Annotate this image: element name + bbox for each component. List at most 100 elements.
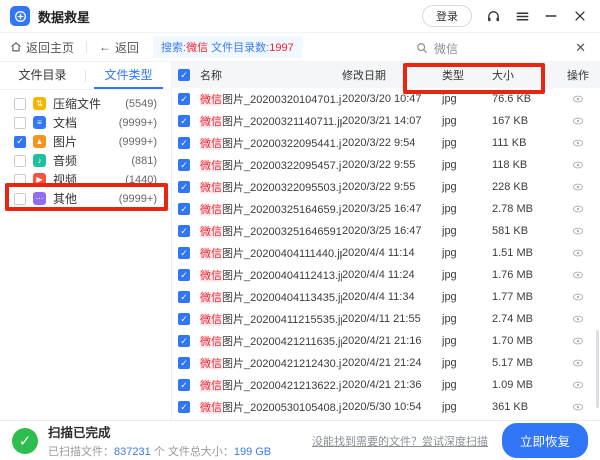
row-checkbox[interactable]: ✓: [178, 335, 190, 347]
recover-now-button[interactable]: 立即恢复: [502, 423, 588, 458]
preview-eye-icon[interactable]: [572, 247, 584, 259]
row-checkbox[interactable]: ✓: [178, 269, 190, 281]
table-row[interactable]: ✓ 微信图片_20200411215535.jpg 2020/4/11 21:5…: [172, 308, 600, 330]
row-checkbox[interactable]: ✓: [178, 137, 190, 149]
tab-file-directory[interactable]: 文件目录: [0, 62, 85, 89]
file-date: 2020/3/25 16:47: [342, 203, 442, 215]
sidebar-item[interactable]: ⇅ 压缩文件 (5549): [0, 94, 171, 113]
preview-eye-icon[interactable]: [572, 159, 584, 171]
column-header-name[interactable]: 名称: [200, 67, 342, 83]
close-icon[interactable]: [572, 8, 588, 24]
row-checkbox[interactable]: ✓: [178, 313, 190, 325]
sidebar-item[interactable]: ⋯ 其他 (9999+): [0, 189, 171, 208]
preview-eye-icon[interactable]: [572, 291, 584, 303]
row-checkbox[interactable]: ✓: [178, 159, 190, 171]
preview-eye-icon[interactable]: [572, 401, 584, 413]
select-all-checkbox[interactable]: ✓: [178, 69, 190, 81]
file-name-highlight: 微信: [200, 402, 222, 414]
column-header-type[interactable]: 类型: [442, 67, 492, 83]
sidebar-item[interactable]: ≡ 文档 (9999+): [0, 113, 171, 132]
back-button[interactable]: ← 返回: [99, 39, 139, 56]
deep-scan-link[interactable]: 没能找到需要的文件？尝试深度扫描: [312, 433, 488, 449]
row-checkbox[interactable]: ✓: [178, 181, 190, 193]
scrollbar-thumb[interactable]: [596, 330, 599, 408]
preview-eye-icon[interactable]: [572, 335, 584, 347]
file-size: 1.09 MB: [492, 379, 556, 391]
file-name: 微信图片_20200320104701.jpg: [200, 91, 342, 107]
table-row[interactable]: ✓ 微信图片_20200421213622.jpg 2020/4/21 21:3…: [172, 374, 600, 396]
minimize-icon[interactable]: [543, 8, 559, 24]
file-name: 微信图片_202003251646591.jpg: [200, 223, 342, 239]
row-checkbox[interactable]: ✓: [178, 357, 190, 369]
preview-eye-icon[interactable]: [572, 313, 584, 325]
row-checkbox[interactable]: ✓: [178, 203, 190, 215]
preview-eye-icon[interactable]: [572, 181, 584, 193]
sidebar-item-checkbox[interactable]: [14, 174, 26, 186]
sidebar-item-label: 视频: [53, 171, 77, 188]
file-name-highlight: 微信: [200, 94, 222, 106]
dir-count-label: 文件目录数:: [208, 42, 269, 54]
table-row[interactable]: ✓ 微信图片_20200530105408.jpg 2020/5/30 10:5…: [172, 396, 600, 418]
search-input[interactable]: 微信: [410, 37, 538, 59]
tab-file-type[interactable]: 文件类型: [86, 62, 171, 89]
document-icon: ≡: [33, 116, 46, 129]
table-row[interactable]: ✓ 微信图片_20200321140711.jpg 2020/3/21 14:0…: [172, 110, 600, 132]
column-header-size[interactable]: 大小: [492, 67, 556, 83]
login-button[interactable]: 登录: [422, 5, 472, 27]
table-row[interactable]: ✓ 微信图片_20200325164659.jpg 2020/3/25 16:4…: [172, 198, 600, 220]
sidebar-item[interactable]: ▶ 视频 (1440): [0, 170, 171, 189]
table-row[interactable]: ✓ 微信图片_20200320104701.jpg 2020/3/20 10:4…: [172, 88, 600, 110]
preview-eye-icon[interactable]: [572, 357, 584, 369]
row-checkbox[interactable]: ✓: [178, 225, 190, 237]
row-checkbox[interactable]: ✓: [178, 291, 190, 303]
sidebar-item-label: 压缩文件: [53, 95, 101, 112]
sidebar-item[interactable]: ✓ ▲ 图片 (9999+): [0, 132, 171, 151]
file-name-highlight: 微信: [200, 138, 222, 150]
row-checkbox[interactable]: ✓: [178, 115, 190, 127]
table-row[interactable]: ✓ 微信图片_20200322095503.jpg 2020/3/22 9:55…: [172, 176, 600, 198]
file-name: 微信图片_20200421211635.jpg: [200, 333, 342, 349]
table-row[interactable]: ✓ 微信图片_20200404113435.jpg 2020/4/4 11:34…: [172, 286, 600, 308]
preview-eye-icon[interactable]: [572, 137, 584, 149]
row-checkbox[interactable]: ✓: [178, 401, 190, 413]
sidebar-item-label: 其他: [53, 190, 77, 207]
table-row[interactable]: ✓ 微信图片_202003251646591.jpg 2020/3/25 16:…: [172, 220, 600, 242]
preview-eye-icon[interactable]: [572, 203, 584, 215]
preview-eye-icon[interactable]: [572, 379, 584, 391]
preview-eye-icon[interactable]: [572, 115, 584, 127]
file-name-rest: 图片_20200404113435.jpg: [222, 292, 342, 304]
sidebar-item-checkbox[interactable]: ✓: [14, 136, 26, 148]
column-header-date[interactable]: 修改日期: [342, 67, 442, 83]
table-row[interactable]: ✓ 微信图片_20200421211635.jpg 2020/4/21 21:1…: [172, 330, 600, 352]
menu-icon[interactable]: [514, 8, 530, 24]
table-row[interactable]: ✓ 微信图片_20200404111440.jpg 2020/4/4 11:14…: [172, 242, 600, 264]
preview-eye-icon[interactable]: [572, 93, 584, 105]
sidebar-item-checkbox[interactable]: [14, 98, 26, 110]
sidebar-item-count: (9999+): [119, 193, 157, 205]
file-date: 2020/5/30 10:54: [342, 401, 442, 413]
row-checkbox[interactable]: ✓: [178, 93, 190, 105]
preview-eye-icon[interactable]: [572, 225, 584, 237]
file-date: 2020/3/25 16:47: [342, 225, 442, 237]
toolbar: 返回主页 ← 返回 搜索:微信 文件目录数:1997 微信 ✕: [0, 32, 600, 62]
headset-icon[interactable]: [485, 8, 501, 24]
table-row[interactable]: ✓ 微信图片_20200421212430.jpg 2020/4/21 21:2…: [172, 352, 600, 374]
table-row[interactable]: ✓ 微信图片_20200322095457.jpg 2020/3/22 9:55…: [172, 154, 600, 176]
file-type: jpg: [442, 313, 492, 325]
sidebar-item[interactable]: ♪ 音频 (881): [0, 151, 171, 170]
table-row[interactable]: ✓ 微信图片_20200322095441.jpg 2020/3/22 9:54…: [172, 132, 600, 154]
total-size-value: 199 GB: [234, 446, 271, 458]
sidebar-item-checkbox[interactable]: [14, 193, 26, 205]
file-date: 2020/3/22 9:54: [342, 137, 442, 149]
sidebar-item-checkbox[interactable]: [14, 117, 26, 129]
back-home-label: 返回主页: [26, 39, 74, 56]
row-checkbox[interactable]: ✓: [178, 379, 190, 391]
back-home-button[interactable]: 返回主页: [10, 39, 74, 56]
file-name: 微信图片_20200404112413.jpg: [200, 267, 342, 283]
table-row[interactable]: ✓ 微信图片_20200404112413.jpg 2020/4/4 11:24…: [172, 264, 600, 286]
clear-search-icon[interactable]: ✕: [575, 40, 586, 56]
file-name: 微信图片_20200321140711.jpg: [200, 113, 342, 129]
preview-eye-icon[interactable]: [572, 269, 584, 281]
row-checkbox[interactable]: ✓: [178, 247, 190, 259]
sidebar-item-checkbox[interactable]: [14, 155, 26, 167]
